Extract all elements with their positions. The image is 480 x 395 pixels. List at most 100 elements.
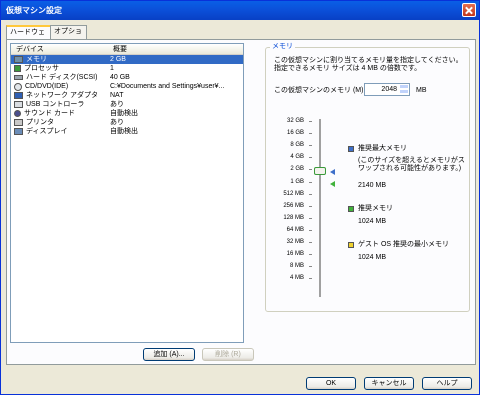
memory-scale-label: 64 MB <box>286 227 304 233</box>
device-row-sound-card[interactable]: サウンド カード 自動検出 <box>11 109 243 118</box>
usb-icon <box>14 101 23 108</box>
recommended-value: 1024 MB <box>358 218 387 225</box>
memory-scale-tick <box>309 230 312 231</box>
memory-unit-label: MB <box>416 87 427 94</box>
recommended-legend-icon <box>348 206 354 212</box>
column-header-summary[interactable]: 概要 <box>108 44 243 54</box>
network-adapter-icon <box>14 92 23 99</box>
memory-scale-tick <box>309 157 312 158</box>
cd-dvd-icon <box>14 82 22 91</box>
device-row-hard-disk[interactable]: ハード ディスク(SCSI) 40 GB <box>11 73 243 82</box>
device-summary: NAT <box>110 92 124 99</box>
recommended-max-value: 2140 MB <box>358 182 387 189</box>
cancel-button[interactable]: キャンセル <box>364 377 414 390</box>
memory-field-label: この仮想マシンのメモリ (M): <box>274 87 366 94</box>
guest-min-legend-icon <box>348 242 354 248</box>
memory-scale-tick <box>309 218 312 219</box>
memory-group-label: メモリ <box>270 43 295 51</box>
memory-scale-label: 128 MB <box>283 215 304 221</box>
recommended-max-marker-icon <box>330 169 335 175</box>
recommended-max-title: 推奨最大メモリ <box>358 145 407 152</box>
memory-scale-tick <box>309 182 312 183</box>
memory-scale-tick <box>309 242 312 243</box>
device-row-memory[interactable]: メモリ 2 GB <box>11 55 243 64</box>
device-summary: 1 <box>110 65 114 72</box>
memory-scale-tick <box>309 133 312 134</box>
tab-hardware[interactable]: ハードウェア <box>6 25 51 48</box>
memory-scale-label: 8 GB <box>290 142 304 148</box>
memory-scale-tick <box>309 278 312 279</box>
ok-button[interactable]: OK <box>306 377 356 390</box>
memory-scale-label: 1 GB <box>290 179 304 185</box>
device-name: ネットワーク アダプタ <box>26 92 98 99</box>
device-summary: C:¥Documents and Settings¥user¥... <box>110 83 225 90</box>
memory-scale-tick <box>309 266 312 267</box>
sound-card-icon <box>14 110 21 117</box>
memory-scale-label: 4 MB <box>289 275 304 281</box>
recommended-title: 推奨メモリ <box>358 205 393 212</box>
device-list-header: デバイス 概要 <box>11 44 243 55</box>
device-name: プロセッサ <box>24 65 59 72</box>
hard-disk-icon <box>14 75 23 80</box>
remove-device-button[interactable]: 削除 (R) <box>202 348 254 361</box>
device-rows: メモリ 2 GB プロセッサ 1 ハード ディスク(SCSI) 40 GB CD… <box>11 55 243 136</box>
memory-spinbox[interactable]: 2048 <box>364 83 410 96</box>
device-name: USB コントローラ <box>26 101 85 108</box>
recommended-max-note: (このサイズを超えるとメモリがスワップされる可能性があります。) <box>358 157 465 172</box>
processor-icon <box>14 65 21 72</box>
memory-scale-tick <box>309 121 312 122</box>
printer-icon <box>14 119 23 126</box>
help-button[interactable]: ヘルプ <box>422 377 472 390</box>
memory-scale-tick <box>309 254 312 255</box>
device-row-usb-controller[interactable]: USB コントローラ あり <box>11 100 243 109</box>
memory-scale-label: 8 MB <box>289 263 304 269</box>
spin-down-button[interactable] <box>399 89 409 94</box>
device-row-printer[interactable]: プリンタ あり <box>11 118 243 127</box>
title-bar[interactable]: 仮想マシン設定 <box>1 1 479 20</box>
window-title: 仮想マシン設定 <box>6 6 62 15</box>
memory-scale-tick <box>309 169 312 170</box>
tab-options[interactable]: オプション <box>50 25 87 47</box>
memory-scale-label: 2 GB <box>290 166 304 172</box>
device-name: サウンド カード <box>24 110 75 117</box>
recommended-marker-icon <box>330 181 335 187</box>
device-name: ディスプレイ <box>26 128 68 135</box>
memory-value-input[interactable]: 2048 <box>381 85 397 95</box>
device-row-display[interactable]: ディスプレイ 自動検出 <box>11 127 243 136</box>
display-icon <box>14 128 23 135</box>
memory-slider-track[interactable] <box>319 119 321 297</box>
memory-scale-label: 32 GB <box>286 118 304 124</box>
memory-scale-label: 256 MB <box>283 203 304 209</box>
device-row-processor[interactable]: プロセッサ 1 <box>11 64 243 73</box>
recommended-max-legend-icon <box>348 146 354 152</box>
column-header-device[interactable]: デバイス <box>11 44 108 54</box>
memory-scale-tick <box>309 194 312 195</box>
close-button[interactable] <box>462 3 476 17</box>
memory-icon <box>14 56 23 63</box>
memory-scale-label: 16 GB <box>286 130 304 136</box>
memory-scale-tick <box>309 206 312 207</box>
guest-min-title: ゲスト OS 推奨の最小メモリ <box>358 241 450 248</box>
device-row-network-adapter[interactable]: ネットワーク アダプタ NAT <box>11 91 243 100</box>
device-name: プリンタ <box>26 119 54 126</box>
device-summary: 40 GB <box>110 74 130 81</box>
device-list[interactable]: デバイス 概要 メモリ 2 GB プロセッサ 1 ハード ディスク(SCSI) … <box>10 43 244 343</box>
device-name: メモリ <box>26 56 47 63</box>
memory-scale-label: 16 MB <box>286 251 304 257</box>
add-device-button[interactable]: 追加 (A)... <box>143 348 195 361</box>
device-summary: 2 GB <box>110 56 126 63</box>
memory-slider-thumb[interactable] <box>314 167 326 175</box>
device-summary: あり <box>110 101 124 108</box>
device-summary: 自動検出 <box>110 128 138 135</box>
memory-description: この仮想マシンに割り当てるメモリ量を指定してください。指定できるメモリ サイズは… <box>274 57 463 72</box>
memory-scale-label: 512 MB <box>283 191 304 197</box>
vm-settings-window: 仮想マシン設定 ハードウェア オプション デバイス 概要 メモリ 2 GB プロ… <box>0 0 480 395</box>
memory-scale-label: 4 GB <box>290 154 304 160</box>
device-name: ハード ディスク(SCSI) <box>26 74 98 81</box>
memory-scale-tick <box>309 145 312 146</box>
guest-min-value: 1024 MB <box>358 254 387 261</box>
device-name: CD/DVD(IDE) <box>25 83 69 90</box>
memory-scale-label: 32 MB <box>286 239 304 245</box>
device-summary: 自動検出 <box>110 110 138 117</box>
device-row-cd-dvd[interactable]: CD/DVD(IDE) C:¥Documents and Settings¥us… <box>11 82 243 91</box>
